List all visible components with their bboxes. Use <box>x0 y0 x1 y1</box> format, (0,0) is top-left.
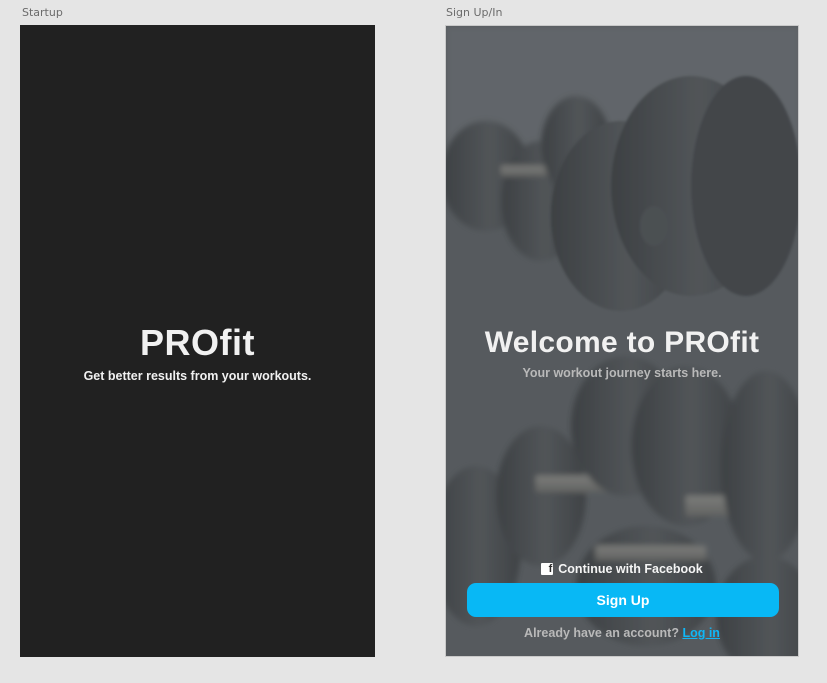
app-tagline: Get better results from your workouts. <box>83 369 312 383</box>
login-prompt-text: Already have an account? <box>524 626 679 640</box>
startup-screen: PROfit Get better results from your work… <box>20 25 375 657</box>
facebook-button-label: Continue with Facebook <box>558 562 703 576</box>
login-prompt-row: Already have an account? Log in <box>446 626 798 640</box>
facebook-icon: f <box>541 563 554 575</box>
artboard-label-signup: Sign Up/In <box>446 6 503 19</box>
welcome-title: Welcome to PROfit <box>484 326 760 359</box>
artboard-label-startup: Startup <box>22 6 63 19</box>
welcome-subtitle: Your workout journey starts here. <box>522 366 722 380</box>
signup-screen: Welcome to PROfit Your workout journey s… <box>445 25 799 657</box>
app-title: PROfit <box>140 322 255 363</box>
continue-with-facebook-button[interactable]: f Continue with Facebook <box>446 562 798 576</box>
sign-up-button[interactable]: Sign Up <box>467 583 779 617</box>
log-in-link[interactable]: Log in <box>682 626 720 640</box>
